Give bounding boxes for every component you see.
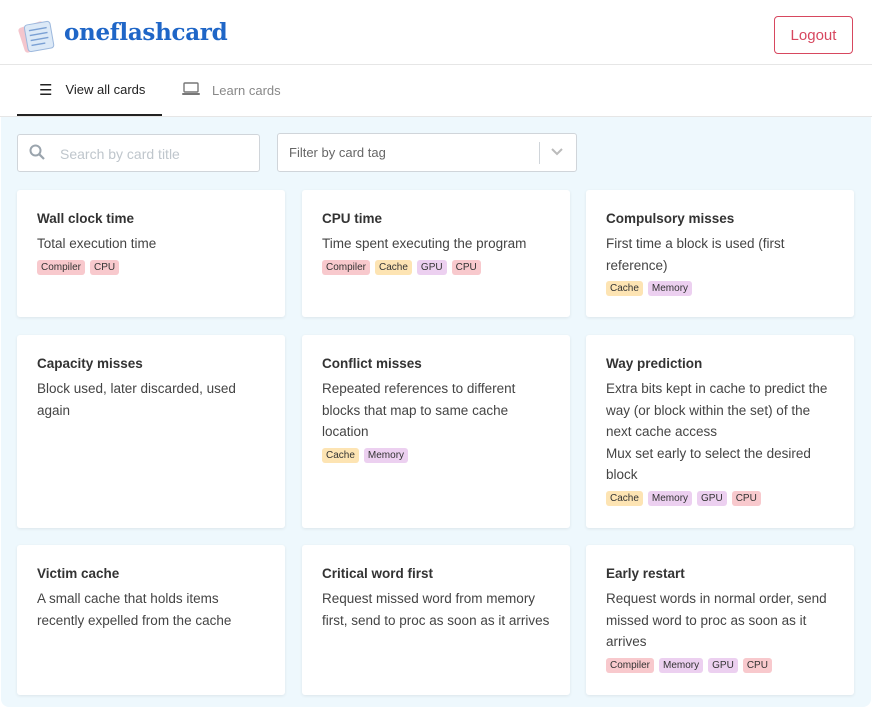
flashcard[interactable]: CPU time Time spent executing the program… [302, 190, 570, 317]
card-description: Request words in normal order, send miss… [606, 591, 827, 649]
tag-badge-cpu[interactable]: CPU [742, 657, 772, 673]
card-tags: Compiler CPU [37, 259, 265, 275]
brand-name[interactable]: oneflashcard [64, 19, 228, 46]
card-description: Mux set early to select the desired bloc… [606, 445, 811, 483]
tag-badge-cache[interactable]: Cache [606, 281, 643, 296]
search-input[interactable] [58, 143, 252, 165]
flashcard[interactable]: Capacity misses Block used, later discard… [17, 335, 285, 528]
tag-badge-cache[interactable]: Cache [322, 447, 359, 463]
card-title: Way prediction [606, 356, 703, 371]
tag-badge-gpu[interactable]: GPU [697, 490, 727, 506]
logout-button[interactable]: Logout [774, 16, 853, 54]
card-description: Total execution time [37, 236, 157, 251]
tag-badge-cpu[interactable]: CPU [451, 259, 481, 275]
tag-filter-select[interactable]: Filter by card tag [277, 133, 577, 172]
flashcard[interactable]: Compulsory misses First time a block is u… [586, 190, 854, 317]
card-title: Wall clock time [37, 211, 135, 226]
card-title: Compulsory misses [606, 211, 735, 226]
card-tags: Cache Memory GPU CPU [606, 490, 834, 506]
flashcard[interactable]: Wall clock time Total execution time Compi… [17, 190, 285, 317]
card-tags: Compiler Cache GPU CPU [322, 259, 550, 275]
flashcards-logo-icon [18, 20, 55, 53]
chevron-down-icon[interactable] [550, 141, 564, 167]
card-title: CPU time [322, 211, 383, 226]
menu-icon: ☰ [39, 81, 53, 99]
card-description: Time spent executing the program [322, 236, 527, 251]
tab-bar: ☰ View all cards Learn cards [0, 65, 872, 117]
tag-badge-gpu[interactable]: GPU [416, 259, 447, 275]
tab-label: View all cards [65, 82, 146, 97]
card-title: Victim cache [37, 566, 120, 581]
card-tags: Compiler Memory GPU CPU [606, 657, 834, 673]
tag-badge-gpu[interactable]: GPU [708, 657, 738, 673]
tag-badge-cache[interactable]: Cache [606, 490, 643, 506]
tag-badge-compiler[interactable]: Compiler [37, 259, 86, 275]
card-title: Capacity misses [37, 356, 143, 371]
tag-badge-cpu[interactable]: CPU [90, 259, 120, 275]
card-description: Extra bits kept in cache to predict the … [606, 381, 828, 439]
card-description: Block used, later discarded, used again [37, 381, 236, 418]
card-tags: Cache Memory [322, 447, 550, 463]
tab-learn-cards[interactable]: Learn cards [180, 65, 300, 116]
flashcard[interactable]: Early restart Request words in normal ord… [586, 545, 854, 695]
flashcard[interactable]: Conflict misses Repeated references to di… [302, 335, 570, 528]
card-description: Request missed word from memory first, s… [322, 591, 550, 628]
search-icon [29, 144, 45, 164]
tag-badge-memory[interactable]: Memory [647, 281, 693, 296]
card-title: Early restart [606, 566, 685, 581]
tag-badge-compiler[interactable]: Compiler [322, 259, 371, 275]
app-header: oneflashcard Logout [0, 0, 872, 65]
tag-badge-memory[interactable]: Memory [647, 490, 693, 506]
select-divider [539, 142, 540, 164]
tag-badge-compiler[interactable]: Compiler [606, 657, 655, 673]
laptop-icon [182, 81, 200, 100]
card-description: Repeated references to different blocks … [322, 381, 516, 439]
search-box [17, 134, 260, 172]
tag-badge-cpu[interactable]: CPU [731, 490, 761, 506]
card-title: Critical word first [322, 566, 434, 581]
card-tags: Cache Memory [606, 281, 834, 296]
card-description: A small cache that holds items recently … [37, 591, 232, 628]
tab-label: Learn cards [212, 83, 281, 98]
tag-badge-cache[interactable]: Cache [375, 259, 412, 275]
tag-filter-placeholder: Filter by card tag [289, 145, 386, 160]
tag-badge-memory[interactable]: Memory [363, 447, 409, 463]
card-title: Conflict misses [322, 356, 422, 371]
flashcard[interactable]: Critical word first Request missed word f… [302, 545, 570, 695]
flashcard[interactable]: Way prediction Extra bits kept in cache t… [586, 335, 854, 528]
card-description: First time a block is used (first refere… [606, 236, 785, 273]
tab-view-all-cards[interactable]: ☰ View all cards [17, 65, 162, 116]
tag-badge-memory[interactable]: Memory [659, 657, 704, 673]
flashcard[interactable]: Victim cache A small cache that holds ite… [17, 545, 285, 695]
